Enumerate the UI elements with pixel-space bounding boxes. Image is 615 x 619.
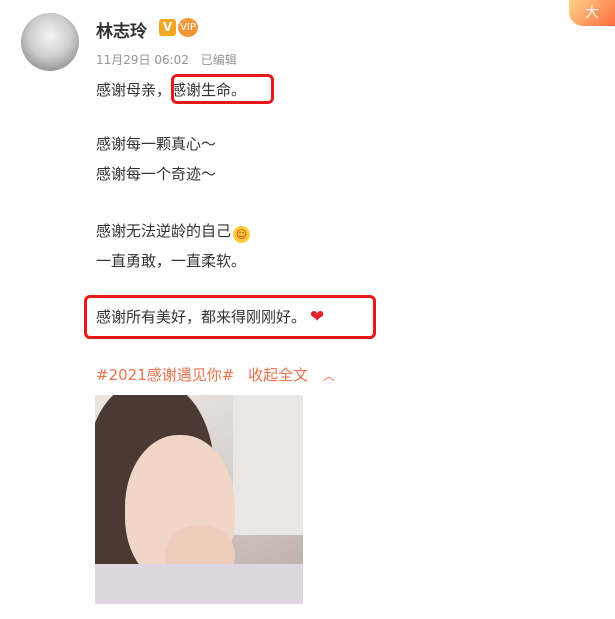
- text-line-2: 感谢每一颗真心～: [96, 135, 217, 153]
- photo-background-wall: [233, 395, 303, 535]
- avatar[interactable]: [21, 13, 79, 71]
- smiling-hearts-emoji-icon: ☺: [233, 226, 251, 243]
- text-line-4: 感谢无法逆龄的自己: [96, 222, 232, 240]
- collapse-button[interactable]: 收起全文: [248, 366, 308, 384]
- highlight-box-1: [171, 74, 274, 104]
- post-photo[interactable]: [95, 395, 303, 604]
- edited-label: 已编辑: [200, 53, 237, 67]
- text-line-3: 感谢每一个奇迹～: [96, 165, 217, 183]
- text-line-4-container: 感谢无法逆龄的自己 ☺: [96, 220, 251, 243]
- verified-badge: V: [159, 19, 176, 36]
- hashtag-link[interactable]: #2021感谢遇见你#: [96, 366, 234, 384]
- highlight-box-2: [84, 295, 376, 339]
- post-meta: 11月29日 06:02 已编辑: [96, 51, 237, 68]
- photo-sweater: [95, 564, 303, 604]
- text-line-5: 一直勇敢，一直柔软。: [96, 252, 247, 270]
- timestamp[interactable]: 11月29日 06:02: [96, 53, 189, 67]
- chevron-up-icon[interactable]: ︿: [323, 367, 335, 384]
- corner-badge: 大: [569, 0, 615, 26]
- username[interactable]: 林志玲: [96, 17, 147, 42]
- vip-badge-icon: VIP: [178, 18, 198, 37]
- hashtag-row: #2021感谢遇见你# 收起全文 ︿: [96, 364, 335, 385]
